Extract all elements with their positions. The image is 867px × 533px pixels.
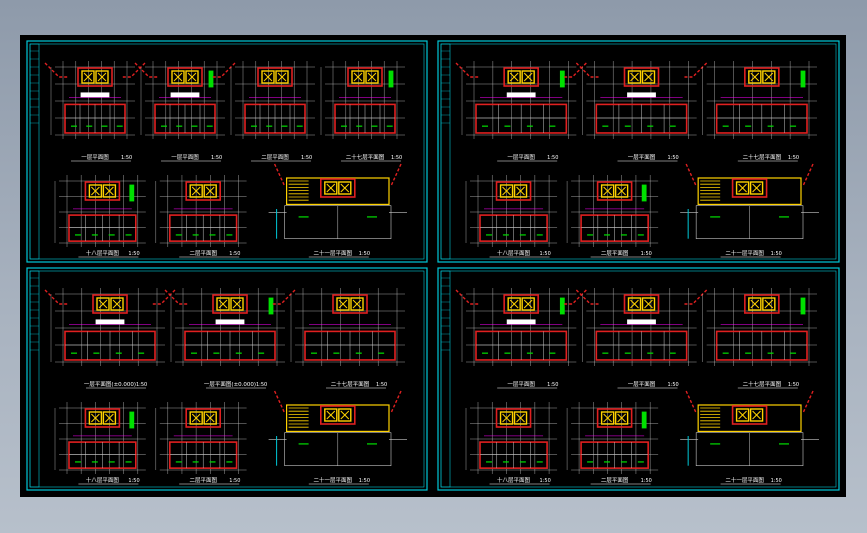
plan-caption-scale: 1:50 <box>229 251 240 257</box>
sheet-bottom-left: 一层平面图(±0.000) 1:50 一层平面图(±0.000) 1:50 二十七层平面… <box>26 267 428 491</box>
plan-r1-0: 一层平面图 1:50 <box>455 61 587 162</box>
plan-r1-0: 一层平面图 1:50 <box>455 288 587 389</box>
plan-r1-2: 二十七层平面图 1:50 <box>290 288 405 389</box>
plan-caption: 十八层平面图 <box>497 476 531 484</box>
plan-caption-scale: 1:50 <box>641 251 652 257</box>
plan-caption: 一层平面图 <box>628 380 656 388</box>
plan-caption: 一层平面图(±0.000) <box>204 380 256 388</box>
plan-r1-1: 一层平面图 1:50 <box>575 61 708 162</box>
plan-caption: 十八层平面图 <box>86 249 120 257</box>
plan-caption-scale: 1:50 <box>211 155 222 161</box>
cad-drawing: 一层平面图 1:50 一层平面图 1:50 二层平面图 1:50 二十七层平面图 1:50十八… <box>26 40 840 491</box>
plan-caption-scale: 1:50 <box>121 155 132 161</box>
plan-caption-scale: 1:50 <box>376 382 387 388</box>
plan-caption-scale: 1:50 <box>359 478 370 484</box>
plan-caption-scale: 1:50 <box>547 382 558 388</box>
plan-caption-scale: 1:50 <box>641 478 652 484</box>
plan-caption-scale: 1:50 <box>136 382 147 388</box>
plan-r2-1: 二层平面图 1:50 <box>155 402 247 485</box>
plan-r1-1: 一层平面图 1:50 <box>134 61 236 162</box>
plan-caption: 十八层平面图 <box>86 476 120 484</box>
plan-caption: 十八层平面图 <box>497 249 531 257</box>
plan-r1-2: 二层平面图 1:50 <box>230 61 315 162</box>
plan-caption: 二十七层平面图 <box>743 153 782 161</box>
plan-caption-scale: 1:50 <box>229 478 240 484</box>
plan-caption: 一层平面图 <box>507 153 535 161</box>
plan-r2-0: 十八层平面图 1:50 <box>465 175 558 258</box>
plan-caption: 二十七层平面图 <box>743 380 782 388</box>
plan-caption-scale: 1:50 <box>788 155 799 161</box>
plan-caption-scale: 1:50 <box>668 155 679 161</box>
plan-caption-scale: 1:50 <box>359 251 370 257</box>
plan-caption-scale: 1:50 <box>391 155 402 161</box>
plan-caption-scale: 1:50 <box>540 478 551 484</box>
plan-caption: 一层平面图 <box>81 153 109 161</box>
plan-caption-scale: 1:50 <box>301 155 312 161</box>
plan-r1-0: 一层平面图(±0.000) 1:50 <box>44 288 176 389</box>
plan-r1-1: 一层平面图(±0.000) 1:50 <box>164 288 296 389</box>
plan-caption: 二层平面图 <box>189 249 217 257</box>
plan-caption: 一层平面图 <box>628 153 656 161</box>
plan-r2-2: 二十一层平面图 1:50 <box>680 390 819 485</box>
plan-caption: 二层平面图 <box>189 476 217 484</box>
plan-caption-scale: 1:50 <box>788 382 799 388</box>
plan-caption: 二层平面图 <box>261 153 289 161</box>
plan-r2-0: 十八层平面图 1:50 <box>54 175 146 258</box>
plan-caption-scale: 1:50 <box>540 251 551 257</box>
sheet-top-left: 一层平面图 1:50 一层平面图 1:50 二层平面图 1:50 二十七层平面图 1:50十八… <box>26 40 428 263</box>
plan-caption-scale: 1:50 <box>128 251 139 257</box>
plan-caption: 一层平面图(±0.000) <box>84 380 136 388</box>
sheet-bottom-right: 一层平面图 1:50 一层平面图 1:50 二十七层平面图 1:50十八层平面图 1:50 二… <box>437 267 840 491</box>
plan-caption: 二十一层平面图 <box>314 249 353 257</box>
plan-caption: 二十一层平面图 <box>725 476 764 484</box>
plan-r2-2: 二十一层平面图 1:50 <box>680 163 819 258</box>
plan-caption: 一层平面图 <box>507 380 535 388</box>
plan-caption-scale: 1:50 <box>771 251 782 257</box>
plan-r2-2: 二十一层平面图 1:50 <box>268 163 407 258</box>
plan-caption-scale: 1:50 <box>668 382 679 388</box>
plan-r2-1: 二层平面图 1:50 <box>566 402 659 485</box>
plan-caption-scale: 1:50 <box>128 478 139 484</box>
plan-caption: 二十七层平面图 <box>331 380 370 388</box>
plan-r1-1: 一层平面图 1:50 <box>575 288 708 389</box>
plan-caption: 二层平面图 <box>601 249 629 257</box>
plan-caption: 二十一层平面图 <box>725 249 764 257</box>
plan-r1-2: 二十七层平面图 1:50 <box>702 61 817 162</box>
plan-caption-scale: 1:50 <box>547 155 558 161</box>
plan-caption-scale: 1:50 <box>771 478 782 484</box>
plan-r2-0: 十八层平面图 1:50 <box>465 402 558 485</box>
plan-r2-1: 二层平面图 1:50 <box>566 175 659 258</box>
plan-r1-3: 二十七层平面图 1:50 <box>320 61 405 162</box>
plan-r1-0: 一层平面图 1:50 <box>44 61 146 162</box>
plan-caption: 二十一层平面图 <box>314 476 353 484</box>
plan-caption: 二十七层平面图 <box>346 153 385 161</box>
plan-caption: 一层平面图 <box>171 153 199 161</box>
sheet-top-right: 一层平面图 1:50 一层平面图 1:50 二十七层平面图 1:50十八层平面图 1:50 二… <box>437 40 840 263</box>
cad-drawing-canvas[interactable]: 一层平面图 1:50 一层平面图 1:50 二层平面图 1:50 二十七层平面图 1:50 十八… <box>20 35 846 497</box>
plan-r2-2: 二十一层平面图 1:50 <box>268 390 407 485</box>
plan-caption-scale: 1:50 <box>256 382 267 388</box>
plan-r2-0: 十八层平面图 1:50 <box>54 402 146 485</box>
plan-caption: 二层平面图 <box>601 476 629 484</box>
plan-r1-2: 二十七层平面图 1:50 <box>702 288 817 389</box>
plan-r2-1: 二层平面图 1:50 <box>155 175 247 258</box>
